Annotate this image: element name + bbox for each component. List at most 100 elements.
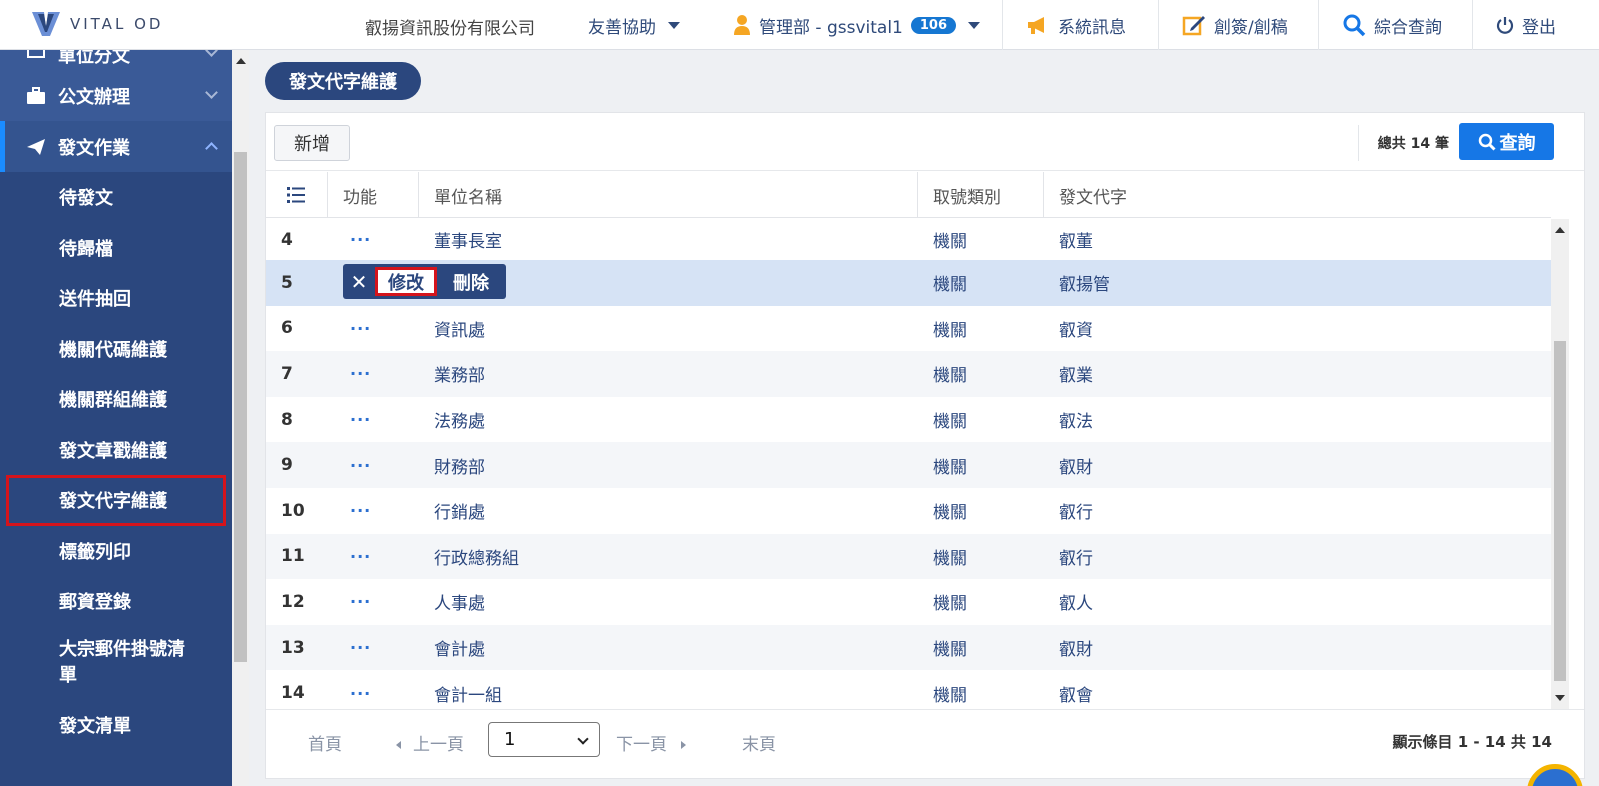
row-action-menu[interactable]: ··· <box>328 442 419 488</box>
row-number: 8 <box>281 409 293 430</box>
number-type: 機關 <box>933 503 967 524</box>
column-header-action: 功能 <box>328 172 419 218</box>
page-select[interactable]: 1 <box>488 722 600 757</box>
scrollbar-thumb[interactable] <box>1554 341 1566 681</box>
table-row[interactable]: 12 ··· 人事處 機關 叡人 <box>266 579 1551 625</box>
row-action-menu[interactable]: ··· <box>328 397 419 443</box>
sidebar-item-bulk-mail[interactable]: 大宗郵件掛號清單 <box>0 627 232 700</box>
last-page-button[interactable]: 末頁 <box>742 730 776 755</box>
sidebar-scrollbar[interactable] <box>232 50 249 786</box>
row-action-menu[interactable]: ··· <box>328 306 419 352</box>
sidebar-item-label: 標籤列印 <box>59 541 131 563</box>
sidebar-item-label: 待歸檔 <box>59 238 113 260</box>
megaphone-icon <box>1028 17 1044 34</box>
sidebar-item-label-print[interactable]: 標籤列印 <box>0 526 232 577</box>
column-header-dispatch-prefix[interactable]: 發文代字 <box>1044 172 1551 218</box>
query-button[interactable]: 查詢 <box>1459 123 1554 160</box>
table-row[interactable]: 13 ··· 會計處 機關 叡財 <box>266 624 1551 671</box>
close-icon[interactable]: ✕ <box>343 270 375 294</box>
sidebar-item-stamp[interactable]: 發文章戳維護 <box>0 425 232 476</box>
row-context-menu: ✕ 修改 刪除 <box>343 264 506 299</box>
column-header-number-type[interactable]: 取號類別 <box>918 172 1044 218</box>
scroll-up-icon[interactable] <box>236 58 246 64</box>
add-button[interactable]: 新增 <box>274 125 350 161</box>
row-action-menu[interactable]: ··· <box>328 579 419 625</box>
table-row[interactable]: 8 ··· 法務處 機關 叡法 <box>266 397 1551 443</box>
table-row[interactable]: 14 ··· 會計一組 機關 叡會 <box>266 670 1551 709</box>
sidebar-item-pending-archive[interactable]: 待歸檔 <box>0 223 232 274</box>
row-action-menu[interactable]: ··· <box>328 670 419 709</box>
row-number: 12 <box>281 591 305 612</box>
table-row[interactable]: 6 ··· 資訊處 機關 叡資 <box>266 306 1551 352</box>
brand-name: VITAL OD <box>70 15 164 33</box>
logo-icon <box>32 12 60 36</box>
system-messages-button[interactable]: 系統訊息 <box>1026 0 1126 50</box>
column-header-unit-name[interactable]: 單位名稱 <box>419 172 918 218</box>
more-icon: ··· <box>350 455 372 475</box>
table-row[interactable]: 10 ··· 行銷處 機關 叡行 <box>266 488 1551 534</box>
next-page-button[interactable]: 下一頁 <box>616 730 686 755</box>
row-number: 6 <box>281 318 293 339</box>
brand-logo[interactable]: VITAL OD <box>30 10 163 38</box>
scroll-up-icon[interactable] <box>1555 227 1565 233</box>
sidebar-group-label: 單位分文 <box>58 50 130 67</box>
table-scrollbar[interactable] <box>1551 219 1569 709</box>
create-draft-button[interactable]: 創簽/創稿 <box>1182 0 1288 50</box>
search-icon <box>1478 133 1496 151</box>
next-page-label: 下一頁 <box>616 735 667 755</box>
user-icon <box>734 15 750 35</box>
sidebar-item-dispatch-list[interactable]: 發文清單 <box>0 700 232 751</box>
table-row[interactable]: 4 ··· 董事長室 機關 叡董 <box>266 219 1551 260</box>
sidebar-group-unit-distribution[interactable]: 單位分文 <box>0 50 232 70</box>
row-number: 13 <box>281 637 305 658</box>
sidebar-item-withdraw[interactable]: 送件抽回 <box>0 273 232 324</box>
logout-button[interactable]: 登出 <box>1496 0 1556 50</box>
query-label: 查詢 <box>1499 132 1536 154</box>
sidebar: 單位分文 公文辦理 發文作業 待發文 待歸檔 送件抽回 機關代碼維護 機關群組維… <box>0 50 232 786</box>
global-search-button[interactable]: 綜合查詢 <box>1342 0 1442 50</box>
more-icon: ··· <box>350 410 372 430</box>
help-menu[interactable]: 友善協助 <box>588 0 680 50</box>
number-type: 機關 <box>933 275 967 296</box>
column-settings-button[interactable] <box>266 172 328 218</box>
sidebar-item-dispatch-prefix[interactable]: 發文代字維護 <box>6 475 226 526</box>
table-row[interactable]: 11 ··· 行政總務組 機關 叡行 <box>266 533 1551 580</box>
sidebar-group-document-processing[interactable]: 公文辦理 <box>0 70 232 121</box>
divider <box>1318 0 1319 50</box>
delete-button[interactable]: 刪除 <box>437 269 489 295</box>
row-action-menu[interactable]: ··· <box>328 488 419 534</box>
top-header: VITAL OD 叡揚資訊股份有限公司 友善協助 管理部 - gssvital1… <box>0 0 1599 50</box>
dispatch-prefix: 叡財 <box>1059 457 1093 478</box>
prev-page-button[interactable]: 上一頁 <box>396 730 464 755</box>
sidebar-item-agency-group[interactable]: 機關群組維護 <box>0 374 232 425</box>
total-count: 總共 14 筆 <box>1377 136 1449 152</box>
dispatch-prefix: 叡行 <box>1059 503 1093 524</box>
table-row[interactable]: 7 ··· 業務部 機關 叡業 <box>266 351 1551 397</box>
scrollbar-thumb[interactable] <box>234 152 247 662</box>
user-menu[interactable]: 管理部 - gssvital1 106 <box>733 0 980 50</box>
row-action-menu[interactable]: ··· <box>328 219 419 260</box>
first-page-button[interactable]: 首頁 <box>308 730 342 755</box>
number-type: 機關 <box>933 320 967 341</box>
row-action-menu[interactable]: ··· <box>328 534 419 580</box>
edit-button[interactable]: 修改 <box>375 267 437 296</box>
pagination: 首頁 上一頁 1 下一頁 末頁 顯示條目 1 - 14 共 14 <box>266 709 1584 769</box>
row-number: 11 <box>281 546 305 567</box>
chevron-down-icon <box>968 21 980 29</box>
chevron-right-icon <box>681 741 686 749</box>
more-icon: ··· <box>350 230 372 249</box>
sidebar-item-pending-dispatch[interactable]: 待發文 <box>0 172 232 223</box>
scroll-down-icon[interactable] <box>1555 695 1565 701</box>
table-row[interactable]: 9 ··· 財務部 機關 叡財 <box>266 442 1551 488</box>
row-action-menu[interactable]: ··· <box>328 625 419 671</box>
sidebar-item-postage[interactable]: 郵資登錄 <box>0 576 232 627</box>
sidebar-item-label: 機關群組維護 <box>59 390 167 412</box>
row-action-menu[interactable]: ··· <box>328 351 419 397</box>
sidebar-item-label: 郵資登錄 <box>59 592 131 614</box>
row-number: 14 <box>281 683 305 704</box>
sidebar-item-label: 機關代碼維護 <box>59 339 167 361</box>
list-icon <box>287 187 305 203</box>
sidebar-item-agency-code[interactable]: 機關代碼維護 <box>0 324 232 375</box>
sidebar-group-dispatch[interactable]: 發文作業 <box>0 121 232 172</box>
unit-name: 行銷處 <box>434 503 485 524</box>
